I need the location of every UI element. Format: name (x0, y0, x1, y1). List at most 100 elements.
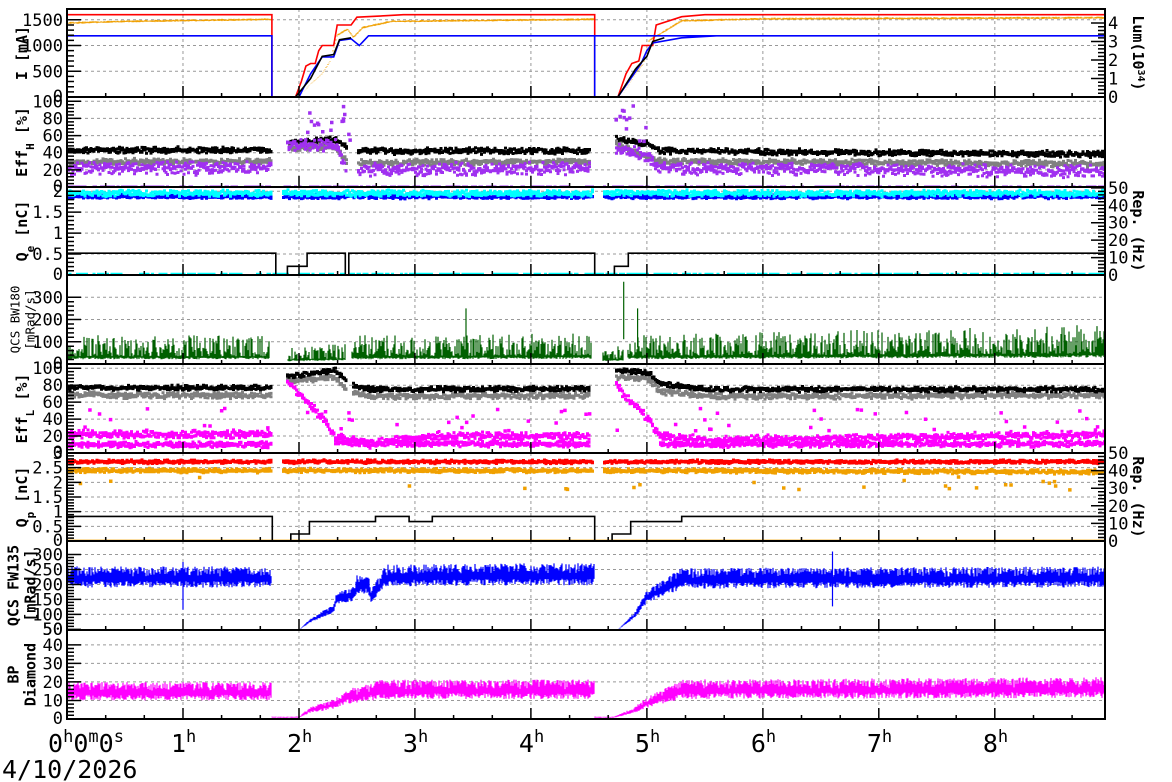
right-axis-title-text: ) (1129, 82, 1147, 91)
y-axis-title-text: [%] (13, 374, 31, 410)
date-label: 4/10/2026 (2, 755, 137, 782)
y-axis-title-line: EffH [%] (13, 107, 37, 177)
y-tick-label: 40 (43, 144, 63, 164)
panel-charge-e: 00.511.5201020304050Qe [nC] Rep. (Hz) (13, 179, 1147, 286)
y-axis-title-text: Q (13, 518, 31, 527)
x-tick-unit: h (998, 727, 1008, 747)
y-tick-label: 1 (53, 224, 63, 244)
series-eff-l-magenta-lower (67, 438, 1105, 450)
y-axis-title-text: QCS FW135 (5, 545, 23, 626)
x-tick-unit: h (63, 727, 73, 747)
y-tick-label: 10 (43, 691, 63, 711)
x-tick-value: 1 (171, 729, 186, 758)
panel-qcs-bw180: 0100200300QCS BW180 [mRad/s] (8, 274, 1106, 374)
y-axis-title-text: Diamond (22, 643, 40, 706)
series-diamond-dose (67, 677, 1105, 718)
x-tick-label: 1h (171, 727, 196, 758)
x-tick-unit: h (418, 727, 428, 747)
series-luminosity (294, 37, 665, 97)
series-bw180-dose (67, 281, 1105, 362)
right-tick-label: 1 (1108, 70, 1118, 90)
y-tick-label: 40 (43, 636, 63, 656)
right-axis-title-sup: 34 (1136, 70, 1147, 82)
x-tick-value: 0 (99, 729, 114, 758)
x-tick-unit: h (534, 727, 544, 747)
x-tick-unit: h (882, 727, 892, 747)
x-tick-unit: h (650, 727, 660, 747)
right-axis-title: Lum(1034) (1129, 15, 1147, 90)
x-tick-value: 5 (635, 729, 650, 758)
y-axis-title-line: QCS FW135 (5, 545, 23, 626)
right-tick-label: 20 (1108, 497, 1128, 517)
y-tick-label: 100 (32, 92, 63, 112)
y-axis-title: BP Diamond (5, 643, 40, 706)
x-tick-value: 2 (287, 729, 302, 758)
panel-qcs-fw135: 5050100150200250300QCS FW135 [mRad/s] (5, 540, 1106, 640)
y-tick-label: 0 (53, 709, 63, 729)
y-axis-title: QCS BW180 [mRad/s] (8, 286, 38, 354)
y-axis-title: QCS FW135 [mRad/s] (5, 545, 40, 626)
series-fw135-dose (67, 551, 1105, 630)
right-tick-label: 30 (1108, 479, 1128, 499)
axis-ticks (66, 19, 1105, 98)
series-group (67, 104, 1105, 187)
right-tick-label: 40 (1108, 196, 1128, 216)
series-orange-current (67, 16, 1105, 96)
right-axis-title-line: Rep. (Hz) (1129, 190, 1147, 271)
x-tick-value: 6 (751, 729, 766, 758)
y-axis-title-text: Eff (13, 150, 31, 177)
y-tick-label: 60 (43, 127, 63, 147)
series-red-current (67, 13, 1105, 97)
x-tick-label: 2h (287, 727, 312, 758)
panel-beam-current: 05001000150001234I [mA] Lum(1034) (13, 8, 1147, 108)
series-group (67, 458, 1105, 541)
y-axis-title-line: [mRad/s] (22, 549, 40, 621)
x-tick-value: 3 (403, 729, 418, 758)
right-tick-label: 40 (1108, 462, 1128, 482)
right-axis-title-text: Lum(10 (1129, 15, 1147, 69)
series-rep-rate-e (67, 252, 1105, 275)
right-tick-label: 0 (1108, 532, 1118, 552)
y-axis-title: I [mA] (13, 26, 31, 80)
y-axis-title-text: BP (5, 665, 23, 683)
x-tick-value: 0 (48, 729, 63, 758)
y-axis-title-line: EffL [%] (13, 374, 37, 444)
series-group (67, 281, 1105, 362)
x-tick-value: 0 (73, 729, 88, 758)
right-tick-label: 50 (1108, 444, 1128, 464)
right-tick-label: 20 (1108, 231, 1128, 251)
y-tick-label: 100 (32, 359, 63, 379)
panel-eff-her: 020406080100EffH [%] (13, 92, 1106, 197)
x-tick-label: 5h (635, 727, 660, 758)
right-tick-label: 2 (1108, 51, 1118, 71)
right-tick-label: 30 (1108, 214, 1128, 234)
right-tick-label: 0 (1108, 88, 1118, 108)
y-tick-label: 30 (43, 654, 63, 674)
right-tick-label: 10 (1108, 514, 1128, 534)
y-axis-title-text: [nC] (13, 467, 31, 512)
right-axis-title-line: Lum(1034) (1129, 15, 1147, 90)
y-tick-label: 0.5 (32, 245, 63, 265)
y-axis-title-line: BP (5, 665, 23, 683)
series-group (67, 551, 1105, 630)
y-tick-label: 20 (43, 161, 63, 181)
y-tick-label: 2 (53, 182, 63, 202)
right-tick-label: 0 (1108, 266, 1118, 286)
y-axis-title-text: QCS BW180 (8, 286, 23, 354)
series-rep-rate-p (67, 515, 1105, 541)
series-eff-l-black (67, 366, 1105, 394)
x-tick-value: 4 (519, 729, 534, 758)
series-blue-current (67, 35, 1105, 97)
axis-ticks (66, 187, 1105, 276)
y-tick-label: 20 (43, 673, 63, 693)
right-axis-title: Rep. (Hz) (1129, 456, 1147, 537)
right-tick-label: 10 (1108, 249, 1128, 269)
panel-charge-p: 00.511.522.5301020304050Qp [nC] Rep. (Hz) (13, 444, 1147, 552)
y-axis-title: EffH [%] (13, 107, 37, 177)
panel-frame (66, 186, 1106, 276)
y-axis-title-line: I [mA] (13, 26, 31, 80)
panel-eff-ler: 020406080100EffL [%] (13, 359, 1106, 463)
right-tick-label: 3 (1108, 33, 1118, 53)
x-tick-value: 7 (867, 729, 882, 758)
x-tick-label: 0h0m0s (48, 727, 124, 758)
